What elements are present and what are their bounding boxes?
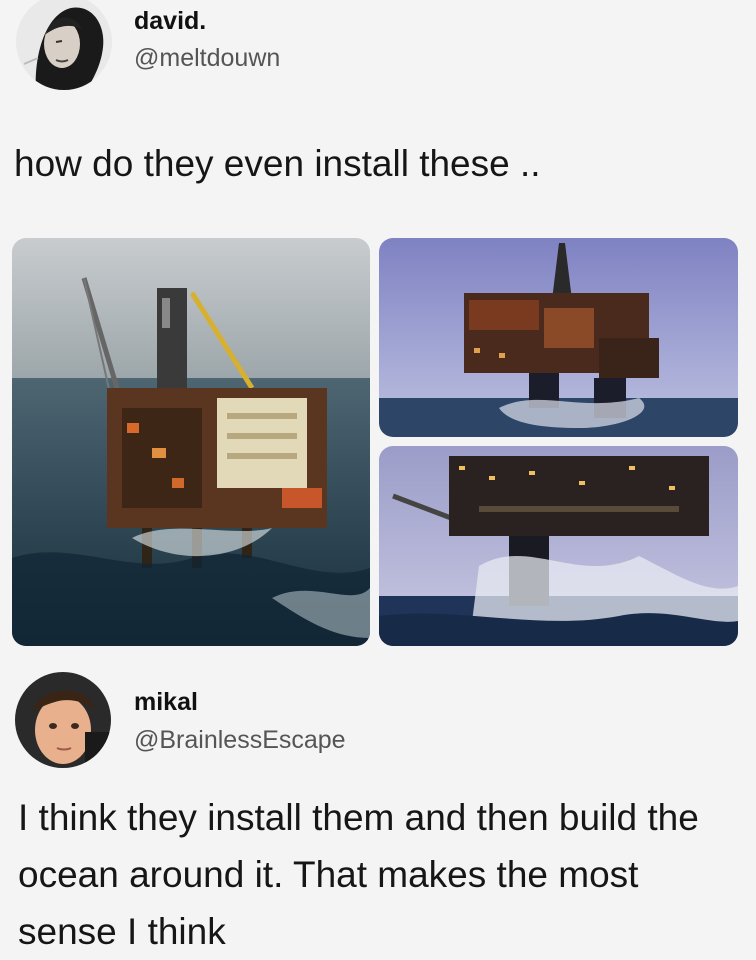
reply-author-avatar[interactable] xyxy=(15,672,111,768)
tweet-photo-2[interactable] xyxy=(379,238,738,437)
author-handle[interactable]: @meltdouwn xyxy=(134,44,280,73)
reply-author-handle[interactable]: @BrainlessEscape xyxy=(134,726,346,755)
reply-author-name[interactable]: mikal xyxy=(134,688,198,717)
tweet-text: how do they even install these .. xyxy=(14,143,541,184)
oil-platform-image xyxy=(379,238,738,437)
tweet-photo-1[interactable] xyxy=(12,238,370,646)
author-avatar[interactable] xyxy=(16,0,112,90)
oil-platform-image xyxy=(379,446,738,646)
profile-photo-icon xyxy=(16,0,112,90)
tweet-photo-3[interactable] xyxy=(379,446,738,646)
oil-platform-image xyxy=(12,238,370,646)
author-name[interactable]: david. xyxy=(134,7,206,36)
reply-text: I think they install them and then build… xyxy=(18,797,699,952)
profile-photo-icon xyxy=(15,672,111,768)
